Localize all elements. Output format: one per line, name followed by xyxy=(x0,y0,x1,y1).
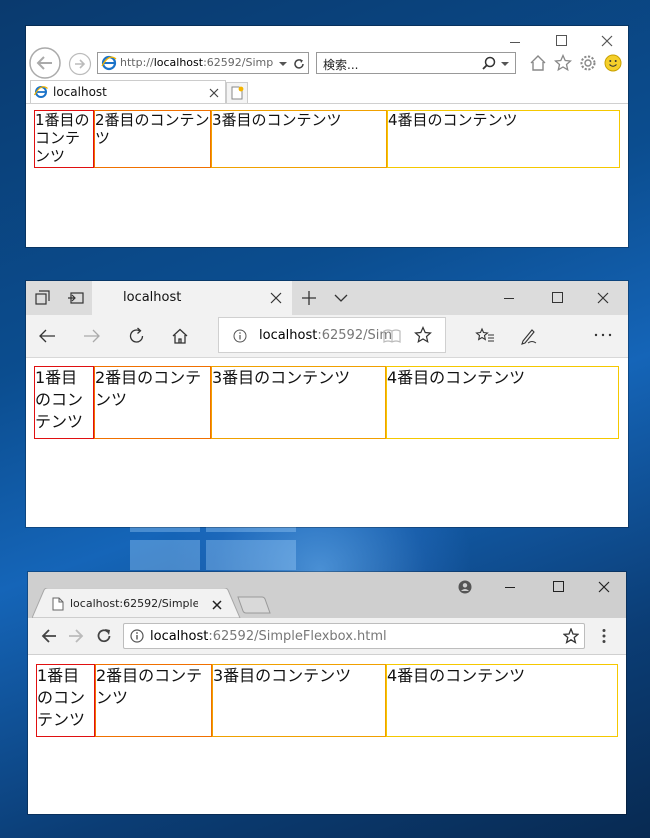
flex-item-1: 1番目のコンテンツ xyxy=(36,664,95,737)
url-scheme: http:// xyxy=(120,56,154,69)
back-button[interactable] xyxy=(28,46,62,80)
maximize-icon xyxy=(552,292,563,303)
minimize-button[interactable] xyxy=(498,578,522,596)
ie-logo-icon xyxy=(34,86,48,98)
favorites-star-icon[interactable] xyxy=(414,326,432,344)
windows-logo-pane xyxy=(206,540,296,570)
url-path: :62592/Sim xyxy=(317,328,393,343)
smiley-feedback-icon[interactable] xyxy=(604,54,622,72)
url-host: localhost xyxy=(150,629,209,644)
ie-address-bar[interactable]: http://localhost:62592/Simp xyxy=(97,52,309,74)
url-host: localhost xyxy=(259,328,318,343)
close-button[interactable] xyxy=(592,578,616,596)
close-tab-icon[interactable] xyxy=(270,292,282,304)
new-tab-button[interactable] xyxy=(236,596,272,614)
search-input[interactable]: 検索... xyxy=(323,56,358,73)
tab-preview-icon[interactable] xyxy=(67,290,85,306)
more-menu-button[interactable] xyxy=(592,327,614,343)
close-tab-icon[interactable] xyxy=(209,88,219,98)
back-arrow-icon[interactable] xyxy=(38,328,56,344)
bookmark-star-icon[interactable] xyxy=(563,628,579,644)
edge-tab[interactable]: localhost xyxy=(92,281,292,315)
info-icon xyxy=(233,329,247,343)
flex-item-4: 4番目のコンテンツ xyxy=(386,366,619,439)
chrome-flex-container: 1番目のコンテンツ 2番目のコンテンツ 3番目のコンテンツ 4番目のコンテンツ xyxy=(36,664,618,737)
gear-icon[interactable] xyxy=(579,54,597,72)
ie-tab[interactable]: localhost xyxy=(30,80,226,104)
search-icon[interactable] xyxy=(482,56,496,70)
maximize-button[interactable] xyxy=(546,578,570,596)
refresh-icon[interactable] xyxy=(96,628,112,644)
maximize-icon xyxy=(553,581,564,592)
forward-arrow-icon xyxy=(68,52,92,76)
minimize-icon xyxy=(504,298,514,299)
url-path: :62592/Simp xyxy=(203,56,274,69)
new-tab-button[interactable] xyxy=(226,82,248,104)
flex-item-1: 1番目のコンテンツ xyxy=(34,366,94,439)
ie-window: http://localhost:62592/Simp 検索... localh… xyxy=(26,26,628,247)
minimize-icon xyxy=(510,42,520,43)
maximize-button[interactable] xyxy=(550,32,574,48)
close-button[interactable] xyxy=(588,289,618,307)
close-icon xyxy=(601,35,613,47)
tab-title: localhost xyxy=(123,290,182,305)
windows-logo-pane xyxy=(130,540,200,570)
flex-item-3: 3番目のコンテンツ xyxy=(211,366,386,439)
chrome-omnibox[interactable]: localhost:62592/SimpleFlexbox.html xyxy=(123,623,585,649)
page-icon xyxy=(52,597,64,611)
profile-icon[interactable] xyxy=(458,580,472,594)
edge-address-bar[interactable]: localhost:62592/Sim xyxy=(218,317,446,353)
favorites-star-icon[interactable] xyxy=(554,54,572,72)
url-host: localhost xyxy=(153,56,204,69)
flex-item-4: 4番目のコンテンツ xyxy=(387,110,620,168)
url-path: :62592/SimpleFlexbox.html xyxy=(208,629,387,644)
ie-flex-container: 1番目のコンテンツ 2番目のコンテンツ 3番目のコンテンツ 4番目のコンテンツ xyxy=(34,110,620,168)
flex-item-3: 3番目のコンテンツ xyxy=(212,664,386,737)
edge-flex-container: 1番目のコンテンツ 2番目のコンテンツ 3番目のコンテンツ 4番目のコンテンツ xyxy=(34,366,619,439)
back-arrow-icon[interactable] xyxy=(41,628,57,644)
minimize-button[interactable] xyxy=(504,32,528,48)
ie-search-box[interactable]: 検索... xyxy=(316,52,516,74)
close-icon xyxy=(598,581,610,593)
flex-item-2: 2番目のコンテンツ xyxy=(95,664,212,737)
new-tab-plus-icon[interactable] xyxy=(302,291,316,305)
reading-view-icon[interactable] xyxy=(383,328,401,344)
home-icon[interactable] xyxy=(171,327,189,345)
maximize-button[interactable] xyxy=(542,289,572,307)
new-tab-icon xyxy=(231,86,244,100)
maximize-icon xyxy=(556,35,567,46)
more-dots-icon xyxy=(594,333,612,337)
close-tab-icon[interactable] xyxy=(212,600,222,610)
dropdown-arrow-icon[interactable] xyxy=(500,59,510,69)
dropdown-arrow-icon[interactable] xyxy=(278,59,288,69)
close-button[interactable] xyxy=(596,32,620,50)
flex-item-1: 1番目のコンテンツ xyxy=(34,110,94,168)
pen-notes-icon[interactable] xyxy=(520,327,538,345)
ie-tab-separator xyxy=(26,103,628,104)
minimize-icon xyxy=(505,587,515,588)
flex-item-2: 2番目のコンテンツ xyxy=(94,110,211,168)
home-icon[interactable] xyxy=(529,54,547,72)
menu-dots-icon[interactable] xyxy=(601,628,607,644)
tab-title: localhost:62592/SimpleFlex xyxy=(70,597,198,610)
tab-title: localhost xyxy=(53,85,107,99)
flex-item-2: 2番目のコンテンツ xyxy=(94,366,211,439)
favorites-hub-icon[interactable] xyxy=(475,327,495,345)
forward-arrow-icon[interactable] xyxy=(83,328,101,344)
minimize-button[interactable] xyxy=(494,289,524,307)
chrome-window: localhost:62592/SimpleFlex localhost:625… xyxy=(28,572,626,814)
back-arrow-icon xyxy=(29,47,61,79)
info-icon xyxy=(130,629,144,643)
refresh-icon[interactable] xyxy=(128,327,146,345)
flex-item-3: 3番目のコンテンツ xyxy=(211,110,387,168)
refresh-icon[interactable] xyxy=(293,58,305,70)
forward-button[interactable] xyxy=(68,52,92,76)
tab-set-aside-icon[interactable] xyxy=(35,290,51,306)
close-icon xyxy=(597,292,609,304)
ie-logo-icon xyxy=(101,55,117,71)
flex-item-4: 4番目のコンテンツ xyxy=(386,664,618,737)
chevron-down-icon[interactable] xyxy=(334,293,348,303)
edge-window: localhost localhost:62592/Sim 1番目のコンテンツ … xyxy=(26,281,628,527)
forward-arrow-icon[interactable] xyxy=(68,628,84,644)
